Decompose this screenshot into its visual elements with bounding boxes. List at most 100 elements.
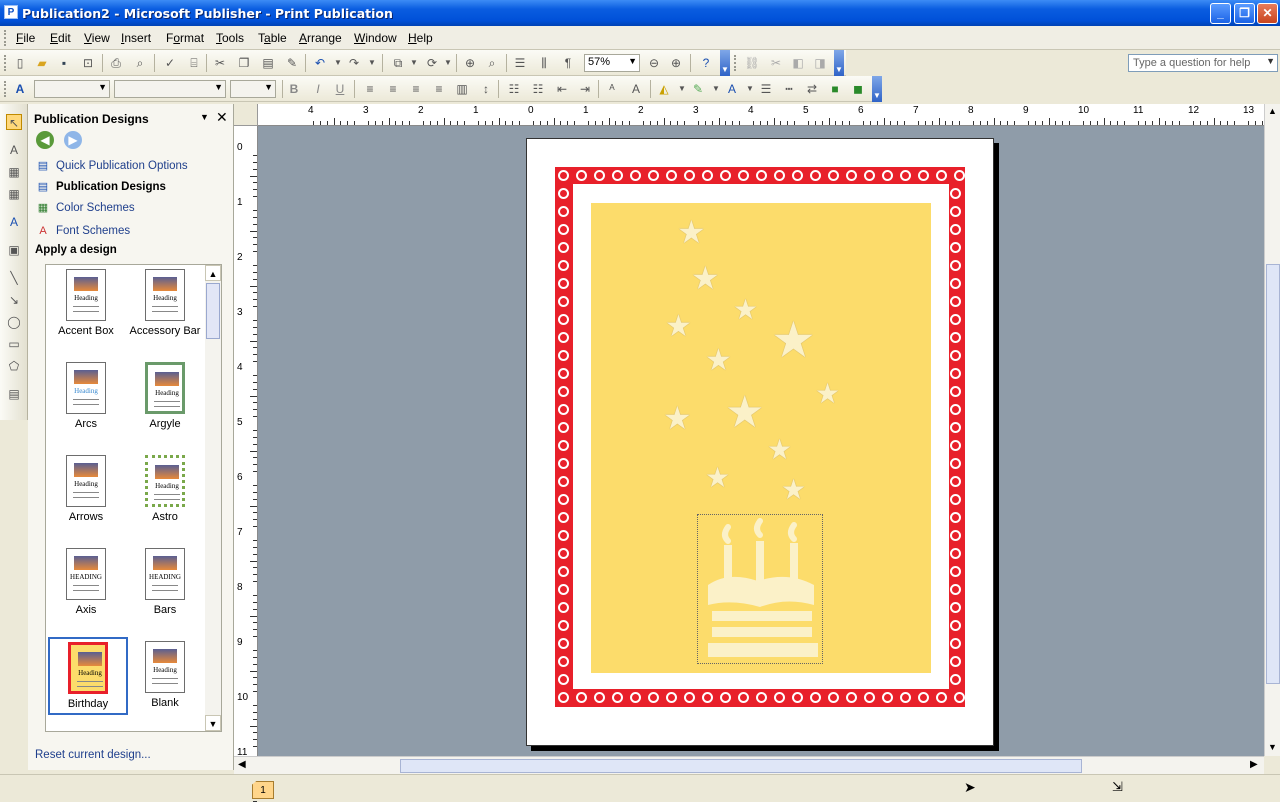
reset-design-link[interactable]: Reset current design...	[35, 749, 151, 761]
distribute-icon[interactable]: ▥	[454, 81, 470, 97]
save-icon[interactable]: ▪	[56, 55, 72, 71]
publisher-app-icon[interactable]: P	[4, 5, 18, 19]
scroll-thumb[interactable]	[206, 283, 220, 339]
menu-view[interactable]: View	[84, 31, 110, 45]
bold-icon[interactable]: B	[286, 81, 302, 97]
rectangle-icon[interactable]: ▭	[6, 336, 22, 352]
toolbar-options-icon[interactable]: ▼	[834, 50, 844, 76]
decrease-font-icon[interactable]: ᴬ	[604, 81, 620, 97]
3d-style-icon[interactable]: ◼	[850, 81, 866, 97]
spelling-icon[interactable]: ✓	[162, 55, 178, 71]
rotate-dropdown-icon[interactable]: ▼	[440, 55, 456, 71]
print-preview-icon[interactable]: ⌕	[132, 55, 148, 71]
rotate-icon[interactable]: ⟳	[424, 55, 440, 71]
chevron-down-icon[interactable]: ▼	[200, 112, 209, 122]
scroll-up-icon[interactable]: ▲	[205, 265, 221, 281]
zoom-select[interactable]: 57% ▼	[584, 54, 640, 72]
toolbar-grip[interactable]	[4, 81, 7, 97]
link-color-schemes[interactable]: Color Schemes	[56, 202, 135, 214]
link-font-schemes[interactable]: Font Schemes	[56, 225, 130, 237]
increase-font-icon[interactable]: A	[628, 81, 644, 97]
toolbar-options-icon[interactable]: ▼	[720, 50, 730, 76]
fill-color-icon[interactable]: ◭	[656, 81, 672, 97]
font-color-dropdown-icon[interactable]: ▼	[742, 81, 758, 97]
disconnect-text-icon[interactable]: ✂	[768, 55, 784, 71]
menu-file[interactable]: File	[16, 31, 35, 45]
autoshapes-icon[interactable]: ⬠	[6, 358, 22, 374]
vertical-scrollbar[interactable]: ▲ ▼	[1264, 104, 1280, 756]
scroll-left-icon[interactable]: ◀	[238, 759, 246, 770]
help-search-input[interactable]: Type a question for help ▼	[1128, 54, 1278, 72]
document-workspace[interactable]: ★ ★ ★ ★ ★ ★ ★ ★ ★ ★ ★ ★	[258, 126, 1264, 756]
menu-help[interactable]: Help	[408, 31, 433, 45]
yellow-background-panel[interactable]: ★ ★ ★ ★ ★ ★ ★ ★ ★ ★ ★ ★	[591, 203, 931, 673]
redo-dropdown-icon[interactable]: ▼	[364, 55, 380, 71]
publication-page[interactable]: ★ ★ ★ ★ ★ ★ ★ ★ ★ ★ ★ ★	[526, 138, 994, 746]
open-icon[interactable]: ▰	[34, 55, 50, 71]
print-icon[interactable]: ⎙	[108, 55, 124, 71]
numbering-icon[interactable]: ☷	[506, 81, 522, 97]
link-publication-designs[interactable]: Publication Designs	[56, 181, 166, 193]
line-spacing-icon[interactable]: ↕	[478, 81, 494, 97]
align-right-icon[interactable]: ≡	[408, 81, 424, 97]
redo-icon[interactable]: ↷	[346, 55, 362, 71]
design-thumb-birthday[interactable]: Heading Birthday	[48, 637, 128, 715]
restore-button[interactable]: ❐	[1234, 3, 1255, 24]
copy-icon[interactable]: ❐	[236, 55, 252, 71]
align-left-icon[interactable]: ≡	[362, 81, 378, 97]
line-icon[interactable]: ╲	[6, 270, 22, 286]
toolbar-grip[interactable]	[4, 55, 7, 71]
fill-dropdown-icon[interactable]: ▼	[674, 81, 690, 97]
permission-icon[interactable]: ⊡	[80, 55, 96, 71]
insert-table-grid-icon[interactable]: ▦	[6, 186, 22, 202]
back-icon[interactable]: ◀	[36, 131, 54, 149]
styles-icon[interactable]: A	[12, 81, 28, 97]
cut-icon[interactable]: ✂	[212, 55, 228, 71]
dash-style-icon[interactable]: ┅	[781, 81, 797, 97]
gallery-scrollbar[interactable]: ▲ ▼	[205, 265, 221, 731]
menu-window[interactable]: Window	[354, 31, 397, 45]
close-button[interactable]: ✕	[1257, 3, 1278, 24]
page-navigator[interactable]: 1	[252, 781, 274, 799]
line-dropdown-icon[interactable]: ▼	[708, 81, 724, 97]
insert-table-icon[interactable]: ▦	[6, 164, 22, 180]
research-icon[interactable]: ⌸	[186, 55, 202, 71]
font-select[interactable]: ▼	[114, 80, 226, 98]
scroll-thumb[interactable]	[400, 759, 1082, 773]
italic-icon[interactable]: I	[310, 81, 326, 97]
scroll-thumb[interactable]	[1266, 264, 1280, 684]
new-icon[interactable]: ▯	[12, 55, 28, 71]
chevron-down-icon[interactable]: ▼	[98, 82, 107, 92]
close-icon[interactable]: ✕	[216, 109, 228, 126]
font-size-select[interactable]: ▼	[230, 80, 276, 98]
line-color-icon[interactable]: ✎	[690, 81, 706, 97]
next-box-icon[interactable]: ◨	[812, 55, 828, 71]
justify-icon[interactable]: ≡	[431, 81, 447, 97]
bullets-icon[interactable]: ☷	[530, 81, 546, 97]
menu-insert[interactable]: Insert	[121, 31, 151, 45]
underline-icon[interactable]: U	[332, 81, 348, 97]
arrow-icon[interactable]: ↘	[6, 292, 22, 308]
toolbar-grip[interactable]	[734, 55, 737, 71]
style-select[interactable]: ▼	[34, 80, 110, 98]
toolbar-options-icon[interactable]: ▼	[872, 76, 882, 102]
decrease-indent-icon[interactable]: ⇤	[554, 81, 570, 97]
design-gallery-icon[interactable]: ▤	[6, 386, 22, 402]
picture-icon[interactable]: ▣	[6, 242, 22, 258]
format-painter-icon[interactable]: ✎	[284, 55, 300, 71]
menu-table[interactable]: Table	[258, 31, 287, 45]
text-box-icon[interactable]: A	[6, 142, 22, 158]
design-thumb-argyle[interactable]: Heading Argyle	[125, 362, 205, 430]
bring-to-front-icon[interactable]: ⧉	[390, 55, 406, 71]
oval-icon[interactable]: ◯	[6, 314, 22, 330]
minimize-button[interactable]: _	[1210, 3, 1231, 24]
zoom-out-icon[interactable]: ⊖	[646, 55, 662, 71]
birthday-cake-picture[interactable]	[697, 514, 823, 664]
forward-icon[interactable]: ▶	[64, 131, 82, 149]
previous-box-icon[interactable]: ◧	[790, 55, 806, 71]
design-thumb-arcs[interactable]: Heading Arcs	[46, 362, 126, 430]
line-style-icon[interactable]: ☰	[758, 81, 774, 97]
scroll-down-icon[interactable]: ▼	[1268, 742, 1277, 752]
zoom-object-icon[interactable]: ⌕	[484, 55, 500, 71]
menu-format[interactable]: Format	[166, 31, 204, 45]
